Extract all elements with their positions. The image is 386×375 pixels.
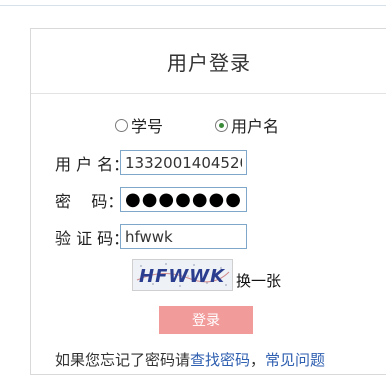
captcha-row: 验 证 码： <box>55 224 247 249</box>
page-title: 用户登录 <box>167 50 251 75</box>
captcha-image[interactable]: HFWWK <box>132 259 233 291</box>
radio-checked-icon[interactable] <box>215 118 229 132</box>
captcha-label: 验 证 码： <box>55 228 130 248</box>
login-panel: 用户登录 学号 用户名 用 户 名： 密 码： 验 证 码： <box>30 28 386 375</box>
password-input[interactable] <box>120 187 247 212</box>
username-row: 用 户 名： <box>55 150 247 175</box>
forgot-note-prefix: 如果您忘记了密码请 <box>55 351 191 369</box>
change-captcha-link[interactable]: 换一张 <box>236 270 281 291</box>
login-type-radio-group: 学号 用户名 <box>115 113 375 137</box>
forgot-note-separator: ， <box>250 351 266 369</box>
username-label: 用 户 名： <box>55 154 130 174</box>
find-password-link[interactable]: 查找密码 <box>190 351 250 369</box>
login-button[interactable]: 登录 <box>159 306 253 334</box>
captcha-input[interactable] <box>120 224 247 249</box>
username-input[interactable] <box>120 150 247 175</box>
radio-username-label: 用户名 <box>231 117 280 136</box>
captcha-image-text: HFWWK <box>139 266 226 287</box>
top-divider <box>0 5 386 6</box>
password-label: 密 码： <box>55 191 124 211</box>
radio-username[interactable]: 用户名 <box>215 113 279 137</box>
panel-header: 用户登录 <box>31 29 386 94</box>
radio-unchecked-icon[interactable] <box>115 118 128 132</box>
radio-student-id[interactable]: 学号 <box>115 113 163 137</box>
faq-link[interactable]: 常见问题 <box>265 351 325 369</box>
radio-student-id-label: 学号 <box>131 117 164 136</box>
password-row: 密 码： <box>55 187 247 212</box>
captcha-image-row: HFWWK 换一张 <box>132 259 281 291</box>
